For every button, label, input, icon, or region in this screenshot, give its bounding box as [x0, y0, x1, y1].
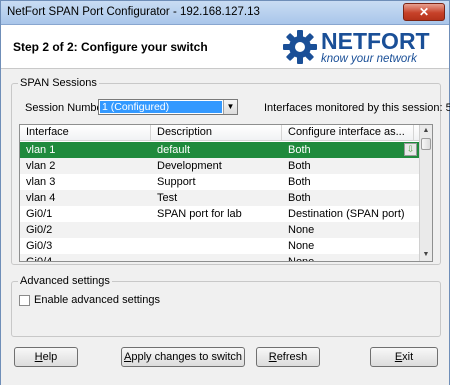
interface-cell: Gi0/2	[26, 224, 53, 236]
configure-cell: Destination (SPAN port)	[288, 208, 405, 220]
configurator-window: NetFort SPAN Port Configurator - 192.168…	[0, 0, 450, 385]
table-row[interactable]: vlan 2 Development Both	[20, 158, 420, 174]
table-row[interactable]: Gi0/1 SPAN port for lab Destination (SPA…	[20, 206, 420, 222]
interface-cell: Gi0/1	[26, 208, 53, 220]
step-title: Step 2 of 2: Configure your switch	[13, 40, 208, 54]
title-bar[interactable]: NetFort SPAN Port Configurator - 192.168…	[1, 1, 449, 25]
configure-cell: None	[288, 240, 315, 252]
span-sessions-label: SPAN Sessions	[18, 77, 99, 89]
table-row[interactable]: vlan 3 Support Both	[20, 174, 420, 190]
interface-cell: vlan 2	[26, 160, 56, 172]
session-number-label: Session Number	[25, 102, 107, 114]
description-cell	[151, 238, 282, 254]
dropdown-arrow-icon[interactable]: ⇩	[404, 143, 417, 156]
logo-tagline: know your network	[321, 53, 417, 65]
advanced-settings-group: Advanced settings	[11, 275, 441, 337]
advanced-settings-label: Advanced settings	[18, 275, 112, 287]
configure-cell: None	[288, 256, 315, 262]
description-cell: Development	[157, 160, 222, 172]
table-row[interactable]: Gi0/4 None	[20, 254, 420, 262]
description-cell: default	[157, 144, 191, 156]
table-row[interactable]: vlan 4 Test Both	[20, 190, 420, 206]
refresh-button[interactable]: Refresh	[256, 347, 320, 367]
table-row[interactable]: Gi0/3 None	[20, 238, 420, 254]
exit-button[interactable]: Exit	[370, 347, 438, 367]
table-header: Interface Description Configure interfac…	[20, 125, 420, 141]
scrollbar-thumb[interactable]	[421, 138, 431, 150]
interface-cell: vlan 4	[26, 192, 56, 204]
close-icon: ✕	[418, 5, 430, 19]
enable-advanced-label[interactable]: Enable advanced settings	[34, 294, 160, 306]
interface-cell: Gi0/3	[26, 240, 53, 252]
netfort-logo: NETFORT know your network	[281, 28, 441, 66]
interfaces-table: Interface Description Configure interfac…	[19, 124, 433, 262]
window-title: NetFort SPAN Port Configurator - 192.168…	[7, 6, 260, 18]
table-body: vlan 1 default Both ⇩ vlan 2 Development…	[20, 142, 420, 262]
configure-cell: Both	[288, 176, 311, 188]
logo-wordmark: NETFORT	[321, 28, 430, 54]
description-cell: Test	[157, 192, 178, 204]
session-number-value: 1 (Configured)	[100, 101, 222, 113]
configure-cell: None	[288, 224, 315, 236]
enable-advanced-checkbox[interactable]	[19, 295, 30, 306]
interface-cell: vlan 1	[26, 144, 56, 156]
configure-cell: Both	[288, 192, 311, 204]
apply-changes-button[interactable]: Apply changes to switch	[121, 347, 245, 367]
table-scrollbar[interactable]: ▲ ▼	[419, 125, 432, 261]
table-row[interactable]: vlan 1 default Both ⇩	[20, 142, 420, 158]
close-button[interactable]: ✕	[403, 3, 445, 21]
column-header-description[interactable]: Description	[151, 125, 282, 141]
help-button[interactable]: Help	[14, 347, 78, 367]
description-cell	[151, 222, 282, 238]
description-cell: Support	[157, 176, 196, 188]
column-header-interface[interactable]: Interface	[20, 125, 151, 141]
gear-icon	[283, 30, 317, 64]
scroll-down-icon[interactable]: ▼	[420, 249, 432, 261]
session-number-select[interactable]: 1 (Configured) ▼	[98, 99, 238, 115]
scroll-up-icon[interactable]: ▲	[420, 125, 432, 137]
description-cell: SPAN port for lab	[157, 208, 242, 220]
configure-cell: Both	[288, 144, 311, 156]
description-cell	[151, 254, 282, 261]
table-row[interactable]: Gi0/2 None	[20, 222, 420, 238]
column-header-configure[interactable]: Configure interface as...	[282, 125, 414, 141]
chevron-down-icon[interactable]: ▼	[223, 100, 237, 114]
wizard-header: Step 2 of 2: Configure your switch NETFO…	[1, 25, 449, 69]
interfaces-monitored-text: Interfaces monitored by this session: 5	[264, 102, 450, 114]
configure-cell: Both	[288, 160, 311, 172]
interface-cell: Gi0/4	[26, 256, 53, 262]
interface-cell: vlan 3	[26, 176, 56, 188]
